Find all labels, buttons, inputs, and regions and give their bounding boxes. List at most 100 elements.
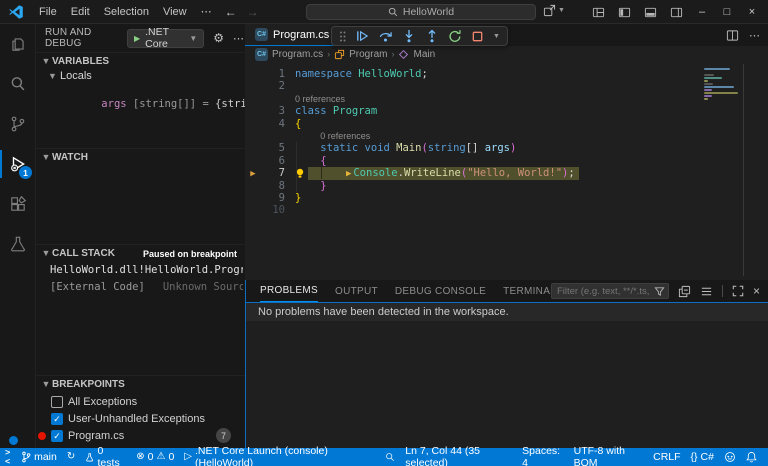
minimap[interactable] (698, 64, 744, 276)
stop-icon[interactable] (471, 30, 484, 43)
view-as-table-icon[interactable] (700, 285, 713, 298)
toggle-secondary-sidebar-icon[interactable] (670, 6, 683, 19)
tab-program-cs[interactable]: C# Program.cs (245, 24, 339, 46)
code-line-1[interactable]: 1namespace HelloWorld; (245, 68, 768, 80)
code-line-5[interactable]: 5 static void Main(string[] args) (245, 142, 768, 154)
toggle-primary-sidebar-icon[interactable] (618, 6, 631, 19)
call-stack-section-header[interactable]: ▼ CALL STACK Paused on breakpoint (36, 244, 245, 262)
breakpoint-checkbox[interactable] (51, 396, 63, 408)
panel-tab-output[interactable]: OUTPUT (335, 280, 378, 302)
gear-icon[interactable]: ⚙ (213, 31, 224, 45)
command-center-search[interactable]: HelloWorld (306, 4, 536, 20)
branch-status[interactable]: main (16, 448, 62, 466)
codelens-references-link[interactable]: 0 references (295, 93, 345, 105)
gutter-glyph-margin[interactable] (245, 155, 261, 167)
variables-section-header[interactable]: ▼ VARIABLES (36, 52, 245, 70)
menu-edit[interactable]: Edit (64, 6, 97, 18)
panel-tab-terminal[interactable]: TERMINAL (503, 280, 556, 302)
activity-extensions[interactable] (0, 184, 36, 224)
chevron-down-icon[interactable]: ▼ (493, 33, 500, 40)
gutter-glyph-margin[interactable] (245, 68, 261, 80)
gutter-glyph-margin[interactable] (245, 118, 261, 130)
breadcrumb-method[interactable]: Main (398, 49, 435, 60)
locals-scope[interactable]: ▼ Locals (48, 70, 92, 82)
gutter-glyph-margin[interactable] (245, 80, 261, 92)
menu-view[interactable]: View (156, 6, 194, 18)
code-editor[interactable]: 1namespace HelloWorld;20 references3clas… (245, 62, 768, 280)
menu-selection[interactable]: Selection (97, 6, 156, 18)
code-line-7[interactable]: ▶7 ▶Console.WriteLine("Hello, World!"); (245, 167, 768, 179)
gutter-glyph-margin[interactable] (245, 130, 261, 142)
remote-indicator[interactable]: >< (0, 448, 16, 466)
activity-run-debug[interactable]: 1 (0, 144, 36, 184)
language-status[interactable]: {} C# (686, 448, 719, 466)
breadcrumb-class[interactable]: Program (334, 49, 387, 60)
toggle-panel-icon[interactable] (644, 6, 657, 19)
codelens-row[interactable]: 0 references (245, 93, 768, 105)
debug-launch-status[interactable]: ▷ .NET Core Launch (console) (HelloWorld… (179, 448, 380, 466)
stack-frame-external[interactable]: [External Code]Unknown Source (50, 281, 243, 293)
code-line-10[interactable]: 10 (245, 204, 768, 216)
gutter-glyph-margin[interactable] (245, 142, 261, 154)
sync-status[interactable]: ↻ (62, 448, 80, 466)
maximize-button[interactable]: □ (721, 6, 733, 18)
breakpoints-section-header[interactable]: ▼ BREAKPOINTS (36, 375, 245, 393)
panel-tab-problems[interactable]: PROBLEMS (260, 280, 318, 302)
gutter-glyph-margin[interactable] (245, 93, 261, 105)
forward-button[interactable]: → (247, 5, 259, 19)
problems-filter[interactable] (551, 283, 669, 299)
step-over-icon[interactable] (378, 29, 393, 43)
gutter-glyph-margin[interactable]: ▶ (245, 167, 261, 179)
breakpoint-item-user-unhandled-exceptions[interactable]: ✓User-Unhandled Exceptions (36, 410, 245, 427)
toolbar-drag-handle[interactable] (339, 30, 346, 43)
breakpoint-item-program-cs[interactable]: ✓Program.cs7 (36, 427, 245, 444)
activity-testing[interactable] (0, 224, 36, 264)
maximize-panel-icon[interactable] (732, 285, 744, 297)
breakpoint-checkbox[interactable]: ✓ (51, 413, 63, 425)
gutter-glyph-margin[interactable] (245, 192, 261, 204)
continue-icon[interactable] (355, 29, 369, 43)
gutter-glyph-margin[interactable] (245, 105, 261, 117)
code-line-2[interactable]: 2 (245, 80, 768, 92)
filter-funnel-icon[interactable] (654, 286, 665, 297)
code-line-6[interactable]: 6 { (245, 155, 768, 167)
restart-icon[interactable] (448, 29, 462, 43)
start-debug-icon[interactable]: ▶ (134, 34, 140, 43)
more-actions-icon[interactable]: ⋯ (233, 32, 245, 45)
cursor-position[interactable]: Ln 7, Col 44 (35 selected) (400, 448, 517, 466)
open-external-button[interactable]: ▼ (543, 4, 565, 17)
encoding-status[interactable]: UTF-8 with BOM (569, 448, 648, 466)
close-panel-icon[interactable]: × (753, 284, 760, 298)
code-line-3[interactable]: 3class Program (245, 105, 768, 117)
breadcrumb-file[interactable]: C# Program.cs (255, 48, 323, 61)
gutter-glyph-margin[interactable] (245, 204, 261, 216)
indentation-status[interactable]: Spaces: 4 (517, 448, 569, 466)
collapse-all-icon[interactable] (678, 285, 691, 298)
codelens-row[interactable]: 0 references (245, 130, 768, 142)
breakpoint-checkbox[interactable]: ✓ (51, 430, 63, 442)
customize-layout-icon[interactable] (592, 6, 605, 19)
codelens-references-link[interactable]: 0 references (320, 130, 370, 142)
panel-tab-debug-console[interactable]: DEBUG CONSOLE (395, 280, 486, 302)
eol-status[interactable]: CRLF (648, 448, 685, 466)
code-line-9[interactable]: 9} (245, 192, 768, 204)
menu-more[interactable]: ⋯ (194, 6, 219, 18)
code-line-8[interactable]: 8 } (245, 180, 768, 192)
zoom-indicator[interactable] (380, 448, 400, 466)
activity-source-control[interactable] (0, 104, 36, 144)
tests-status[interactable]: 0 tests (80, 448, 131, 466)
more-actions-icon[interactable]: ⋯ (749, 29, 760, 42)
stack-frame-main[interactable]: HelloWorld.dll!HelloWorld.Program.M (50, 264, 243, 276)
step-into-icon[interactable] (402, 29, 416, 43)
notifications[interactable] (741, 448, 762, 466)
activity-explorer[interactable] (0, 24, 36, 64)
launch-config-dropdown[interactable]: ▶ .NET Core ▼ (127, 29, 204, 48)
activity-search[interactable] (0, 64, 36, 104)
watch-section-header[interactable]: ▼ WATCH (36, 148, 245, 166)
code-line-4[interactable]: 4{ (245, 118, 768, 130)
problems-status[interactable]: ⊗ 0 ⚠ 0 (131, 448, 179, 466)
breakpoint-item-all-exceptions[interactable]: All Exceptions (36, 393, 245, 410)
back-button[interactable]: ← (225, 5, 237, 19)
copilot-status[interactable] (719, 448, 741, 466)
variable-row[interactable]: args [string[]] = {string[0]} (76, 86, 245, 122)
